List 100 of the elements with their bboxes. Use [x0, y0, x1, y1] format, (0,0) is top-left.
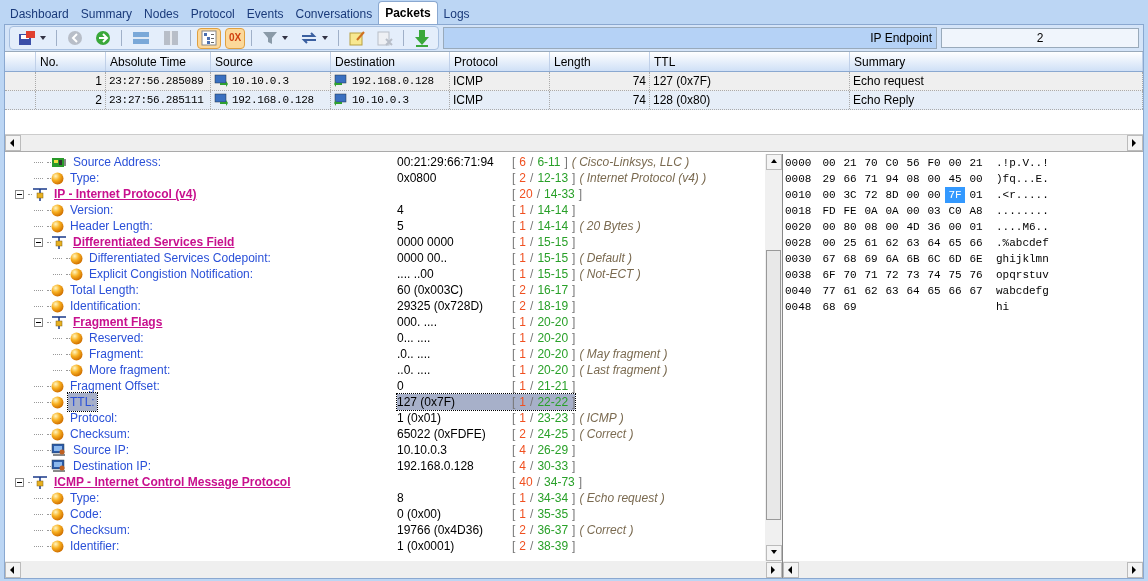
- field-label: Fragment Offset:: [69, 378, 161, 395]
- field-value: 0: [397, 378, 405, 395]
- tab[interactable]: Logs: [437, 3, 476, 24]
- expander-toggle[interactable]: [34, 237, 43, 247]
- horizontal-panes-icon: [132, 30, 150, 46]
- field-note: ( Correct ): [579, 426, 634, 443]
- tab[interactable]: Conversations: [289, 3, 379, 24]
- field-label: Checksum:: [69, 426, 132, 443]
- field-value: 0... ....: [397, 330, 432, 347]
- field-label: Identification:: [69, 298, 142, 315]
- packet-row[interactable]: 2 23:27:56.285111 192.168.0.128 10.10.0.3 ICMP 74 128 (0x80) Echo Reply: [5, 91, 1143, 110]
- scroll-right-button[interactable]: [1127, 135, 1143, 151]
- hex-byte: 72: [863, 187, 879, 203]
- ball-icon: [70, 251, 83, 265]
- table-cell: 23:27:56.285111: [106, 91, 211, 109]
- scrollbar-thumb[interactable]: [766, 250, 781, 520]
- tab[interactable]: Summary: [74, 3, 139, 24]
- hex-byte: 66: [968, 235, 984, 251]
- expander-toggle[interactable]: [15, 189, 24, 199]
- hex-byte: 00: [926, 171, 942, 187]
- field-label: Destination IP:: [72, 458, 153, 475]
- tab[interactable]: Packets: [378, 1, 438, 24]
- tab[interactable]: Events: [240, 3, 290, 24]
- byte-range: [ 1 / 20-20 ]: [512, 314, 576, 331]
- ascii-text: ....M6..: [996, 219, 1049, 235]
- network-card-icon: [51, 155, 67, 169]
- field-label: Version:: [69, 202, 115, 219]
- endpoint-count: 2: [941, 28, 1139, 48]
- byte-range: [ 2 / 38-39 ]: [512, 538, 576, 555]
- byte-range: [ 1 / 22-22 ]: [512, 394, 576, 411]
- field-label: Header Length:: [69, 218, 154, 235]
- save-icon: [18, 30, 36, 46]
- hex-byte: 74: [926, 267, 942, 283]
- network-node-icon: [32, 186, 48, 202]
- scroll-left-button[interactable]: [5, 135, 21, 151]
- tab[interactable]: Nodes: [138, 3, 185, 24]
- table-cell: 10.10.0.3: [331, 91, 450, 109]
- field-note: ( Last fragment ): [579, 362, 668, 379]
- hex-byte: 4D: [905, 219, 921, 235]
- field-value: 19766 (0x4D36): [397, 522, 485, 539]
- hex-offset: 0010: [785, 187, 813, 203]
- ball-icon: [51, 203, 64, 217]
- vertical-panes-icon: [162, 30, 180, 46]
- field-value: 192.168.0.128: [397, 458, 475, 475]
- hex-byte: F0: [926, 155, 942, 171]
- byte-range: [ 40 / 34-73 ]: [512, 474, 583, 491]
- hex-byte: 01: [968, 219, 984, 235]
- tab[interactable]: Protocol: [184, 3, 241, 24]
- hex-byte: 70: [842, 267, 858, 283]
- hex-byte: 67: [968, 283, 984, 299]
- ball-icon: [70, 331, 83, 345]
- hex-byte: 08: [863, 219, 879, 235]
- hex-byte: 21: [968, 155, 984, 171]
- hex-byte: 72: [884, 267, 900, 283]
- toolbar-button[interactable]: [197, 27, 221, 49]
- tab[interactable]: Dashboard: [4, 3, 75, 24]
- expander-toggle[interactable]: [15, 477, 24, 487]
- table-cell: 74: [550, 91, 650, 109]
- hex-offset: 0048: [785, 299, 813, 315]
- hex-byte: 63: [905, 235, 921, 251]
- expander-toggle[interactable]: [34, 317, 43, 327]
- scroll-right-button[interactable]: [1127, 561, 1143, 578]
- byte-range: [ 1 / 15-15 ]: [512, 266, 576, 283]
- hex-byte: 62: [863, 283, 879, 299]
- field-label: Differentiated Services Codepoint:: [88, 250, 272, 267]
- toolbar-button[interactable]: 0X: [225, 27, 246, 49]
- hex-byte: 00: [821, 235, 837, 251]
- byte-range: [ 1 / 15-15 ]: [512, 234, 576, 251]
- scroll-up-button[interactable]: [765, 154, 782, 170]
- hex-byte: 01: [968, 187, 984, 203]
- hex-byte: 61: [863, 235, 879, 251]
- scroll-right-button[interactable]: [766, 561, 782, 578]
- field-note: ( Cisco-Linksys, LLC ): [571, 154, 690, 171]
- byte-range: [ 1 / 15-15 ]: [512, 250, 576, 267]
- hex-byte: 21: [842, 155, 858, 171]
- byte-range: [ 1 / 20-20 ]: [512, 330, 576, 347]
- field-label: TTL:: [68, 393, 97, 411]
- swap-arrows-icon: [300, 30, 319, 46]
- hex-byte: 6D: [947, 251, 963, 267]
- ascii-text: wabcdefg: [996, 283, 1049, 299]
- hex-byte: 00: [905, 203, 921, 219]
- table-cell: 128 (0x80): [650, 91, 850, 109]
- endpoint-label: IP Endpoint: [870, 30, 932, 47]
- field-label: Identifier:: [69, 538, 121, 555]
- packet-row[interactable]: 1 23:27:56.285089 10.10.0.3 192.168.0.128 ICMP 74 127 (0x7F) Echo request: [5, 72, 1143, 91]
- scroll-left-button[interactable]: [5, 561, 21, 578]
- scroll-left-button[interactable]: [783, 561, 799, 578]
- field-note: ( 20 Bytes ): [579, 218, 641, 235]
- computer-icon: [51, 443, 67, 457]
- field-label: Source Address:: [72, 154, 163, 171]
- hex-byte: 00: [947, 219, 963, 235]
- byte-range: [ 1 / 14-14 ]: [512, 218, 576, 235]
- field-value: ..0. ....: [397, 362, 432, 379]
- hex-byte: 61: [842, 283, 858, 299]
- byte-range: [ 2 / 18-19 ]: [512, 298, 576, 315]
- byte-range: [ 2 / 36-37 ]: [512, 522, 576, 539]
- scroll-down-button[interactable]: [765, 545, 782, 561]
- field-value: 10.10.0.3: [397, 442, 449, 459]
- hex-byte: 65: [926, 283, 942, 299]
- byte-range: [ 1 / 21-21 ]: [512, 378, 576, 395]
